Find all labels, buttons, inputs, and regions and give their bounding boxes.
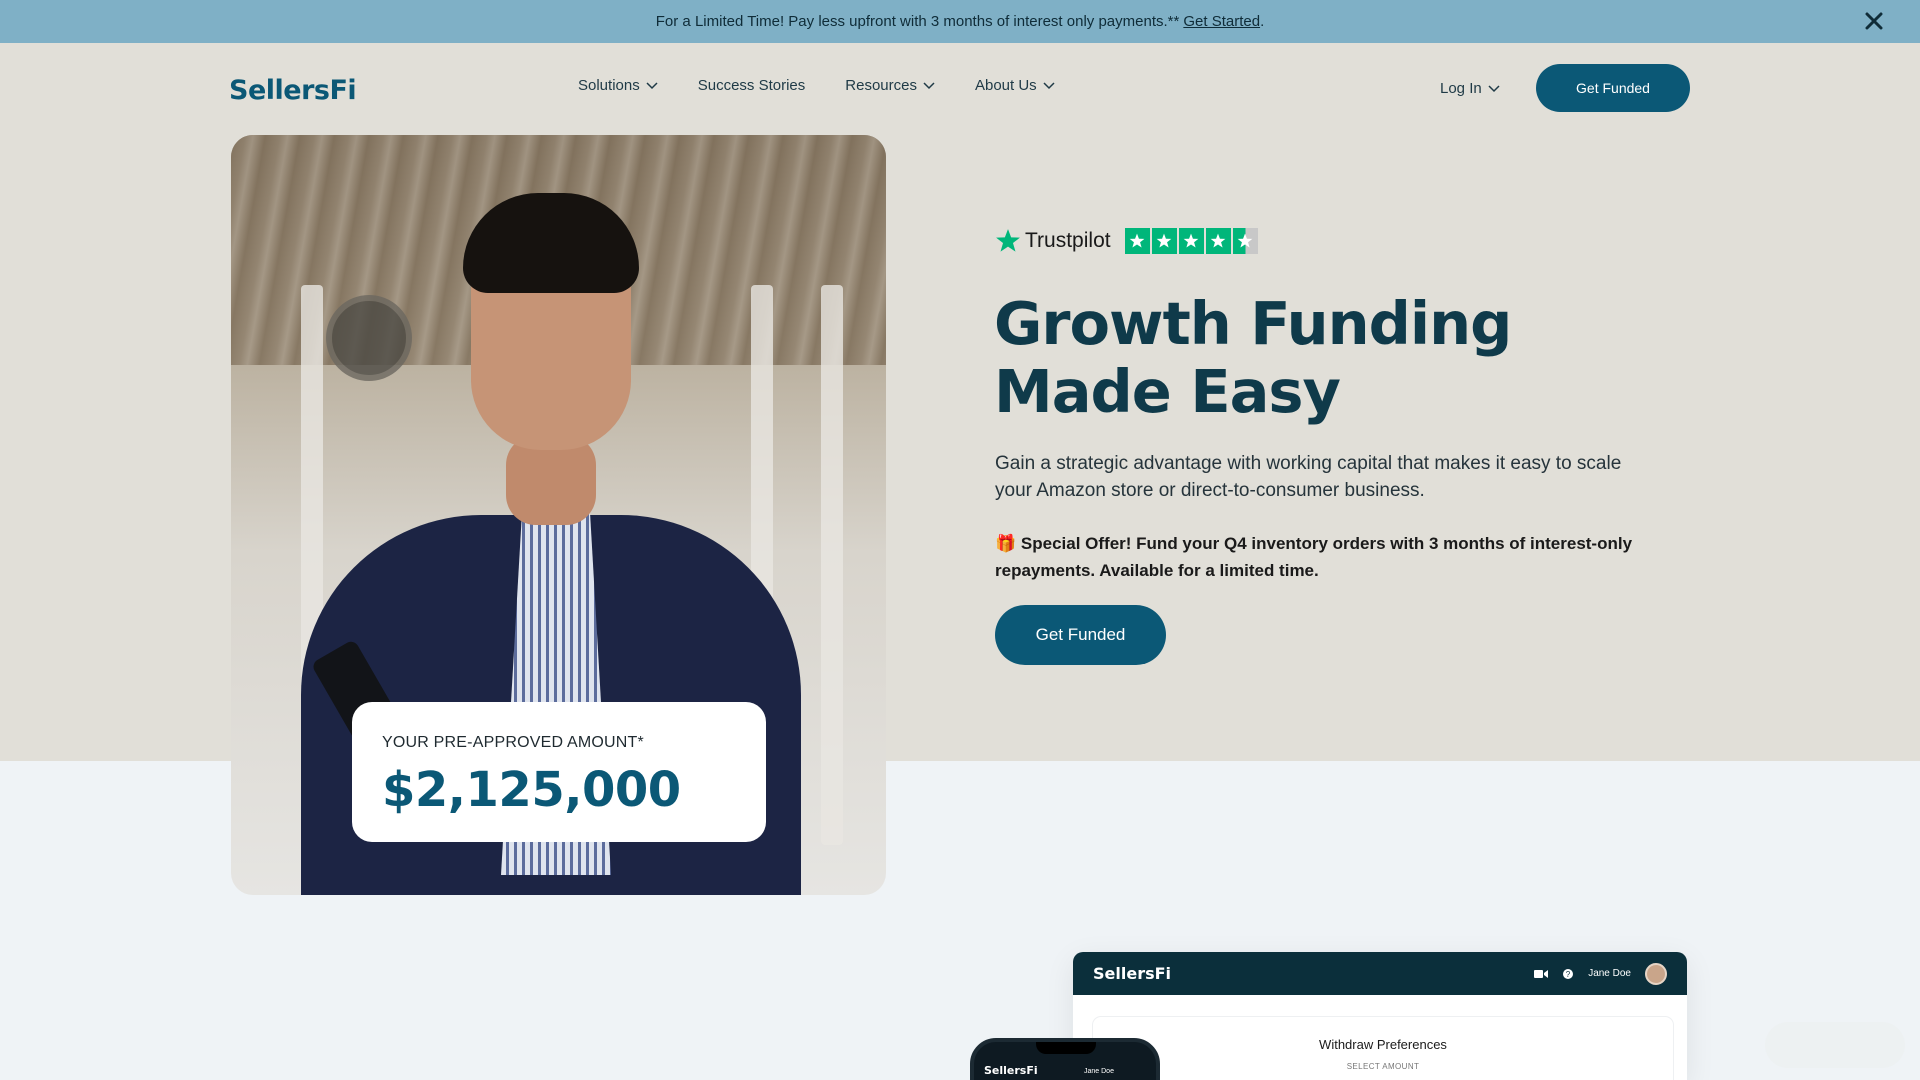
site-header: SellersFi Solutions Success Stories Reso… [0, 43, 1920, 133]
svg-text:?: ? [1566, 970, 1571, 979]
chevron-down-icon [646, 81, 658, 89]
header-get-funded-button[interactable]: Get Funded [1536, 64, 1690, 112]
star-icon [1178, 228, 1204, 254]
dashboard-user-name: Jane Doe [1588, 968, 1631, 979]
video-icon [1534, 969, 1549, 978]
nav-about-us[interactable]: About Us [975, 77, 1055, 94]
headline-line-2: Made Easy [994, 357, 1341, 426]
help-icon: ? [1563, 968, 1574, 979]
withdraw-preferences-card: Withdraw Preferences SELECT AMOUNT [1093, 1017, 1673, 1080]
sellersfi-logo[interactable]: SellersFi [229, 75, 357, 106]
nav-success-stories[interactable]: Success Stories [698, 77, 806, 94]
announcement-text: For a Limited Time! Pay less upfront wit… [655, 13, 1180, 30]
nav-solutions[interactable]: Solutions [578, 77, 658, 94]
login-label: Log In [1440, 80, 1482, 97]
phone-user-name: Jane Doe [1084, 1068, 1114, 1075]
dashboard-logo: SellersFi [1093, 964, 1172, 983]
gift-icon: 🎁 [995, 534, 1017, 553]
star-icon [1151, 228, 1177, 254]
trustpilot-rating[interactable]: Trustpilot [995, 228, 1258, 254]
preapproved-card: YOUR PRE-APPROVED AMOUNT* $2,125,000 [352, 702, 766, 842]
withdraw-title: Withdraw Preferences [1319, 1037, 1447, 1052]
star-icon [1124, 228, 1150, 254]
offer-text: Special Offer! Fund your Q4 inventory or… [995, 534, 1633, 580]
main-nav: Solutions Success Stories Resources Abou… [578, 77, 1095, 94]
trustpilot-stars [1124, 228, 1258, 254]
get-started-link[interactable]: Get Started [1183, 13, 1260, 30]
nav-label: About Us [974, 77, 1037, 94]
preapproved-label: YOUR PRE-APPROVED AMOUNT* [382, 734, 644, 751]
star-icon [1205, 228, 1231, 254]
trustpilot-star-icon [996, 229, 1020, 252]
hero-subtext: Gain a strategic advantage with working … [995, 453, 1622, 501]
nav-label: Success Stories [697, 77, 806, 94]
trustpilot-logo: Trustpilot [995, 228, 1111, 254]
phone-logo: SellersFi [984, 1064, 1038, 1077]
announcement-suffix: . [1260, 13, 1265, 30]
photo-pillar [821, 285, 843, 845]
headline-line-1: Growth Funding [994, 289, 1512, 358]
nav-label: Resources [845, 77, 917, 94]
special-offer: 🎁 Special Offer! Fund your Q4 inventory … [995, 530, 1635, 584]
chevron-down-icon [1488, 84, 1500, 92]
chevron-down-icon [1043, 81, 1055, 89]
avatar [1645, 962, 1667, 985]
select-amount-label: SELECT AMOUNT [1346, 1062, 1420, 1071]
half-star-icon [1232, 228, 1258, 254]
logo-text: SellersFi [229, 75, 357, 106]
dashboard-preview: SellersFi ? Jane Doe Withdraw Preference… [1073, 952, 1687, 1080]
announcement-bar: For a Limited Time! Pay less upfront wit… [0, 0, 1920, 43]
trustpilot-word: Trustpilot [1025, 229, 1111, 252]
chat-widget[interactable] [1765, 1022, 1905, 1068]
dashboard-topbar-right: ? Jane Doe [1534, 962, 1667, 985]
chevron-down-icon [923, 81, 935, 89]
dashboard-topbar: SellersFi ? Jane Doe [1073, 952, 1687, 995]
login-menu[interactable]: Log In [1440, 80, 1500, 97]
hero-get-funded-button[interactable]: Get Funded [995, 605, 1166, 665]
phone-preview: SellersFi Jane Doe [970, 1038, 1160, 1080]
preapproved-amount: $2,125,000 [382, 762, 681, 818]
nav-resources[interactable]: Resources [845, 77, 935, 94]
close-icon[interactable] [1862, 9, 1886, 33]
photo-clock [326, 295, 412, 381]
nav-label: Solutions [578, 77, 640, 94]
phone-notch [1036, 1042, 1096, 1054]
hero-headline: Growth Funding Made Easy [994, 290, 1594, 426]
